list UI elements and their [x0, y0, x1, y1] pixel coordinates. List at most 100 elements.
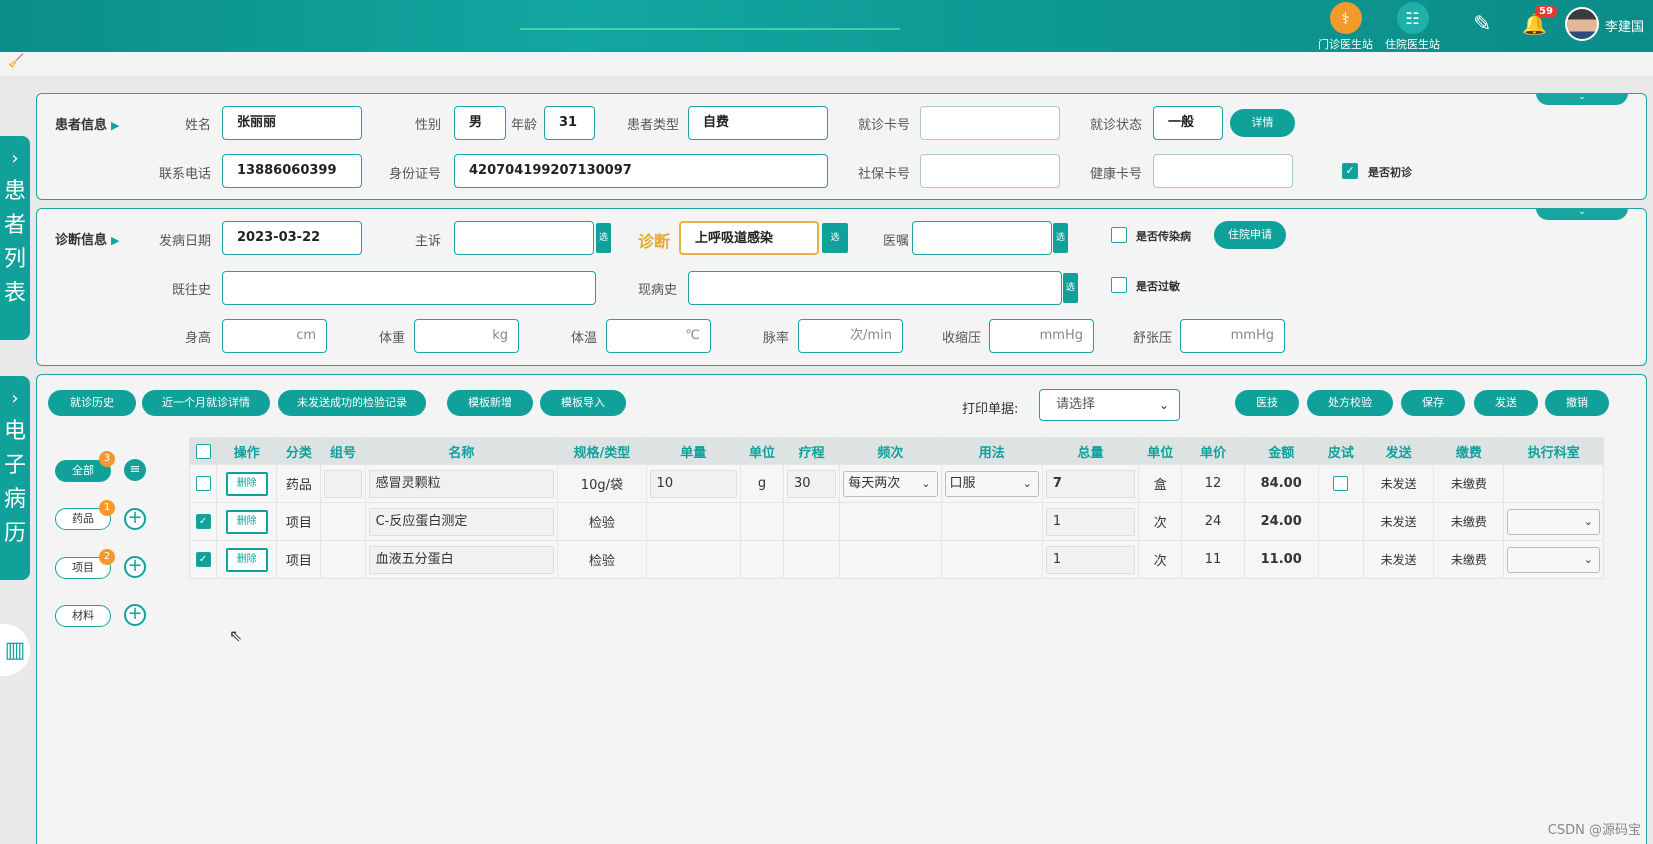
template-new-button[interactable]: 模板新增 [447, 390, 533, 416]
avatar[interactable] [1565, 7, 1599, 41]
health-card-field[interactable] [1153, 154, 1293, 188]
revoke-button[interactable]: 撤销 [1545, 390, 1609, 416]
skin-test-checkbox[interactable] [1333, 476, 1349, 491]
id-card-field[interactable]: 420704199207130097 [454, 154, 828, 188]
diagnosis-panel: ⌄ 诊断信息 ▶ 发病日期 2023-03-22 主诉 选 诊断 上呼吸道感染 选… [36, 208, 1647, 366]
play-icon: ▶ [111, 234, 120, 247]
emr-tab[interactable]: › 电 子 病 历 [0, 376, 30, 580]
inpatient-station[interactable]: ☷ 住院医生站 [1385, 2, 1440, 52]
infectious-checkbox[interactable] [1111, 227, 1127, 243]
add-drug-icon[interactable]: + [124, 508, 146, 530]
admission-request-button[interactable]: 住院申请 [1214, 221, 1286, 249]
send-button[interactable]: 发送 [1474, 390, 1538, 416]
add-item-icon[interactable]: + [124, 556, 146, 578]
clean-icon[interactable]: 🧹 [8, 54, 24, 69]
advice-field[interactable] [912, 221, 1052, 255]
sub-bar: 🧹 [0, 52, 1653, 76]
pulse-field[interactable]: 次/min [798, 319, 903, 353]
complaint-select-button[interactable]: 选 [596, 223, 611, 253]
detail-button[interactable]: 详情 [1230, 109, 1295, 137]
visit-card-field[interactable] [920, 106, 1060, 140]
inpatient-icon: ☷ [1396, 2, 1429, 34]
allergy-checkbox[interactable] [1111, 277, 1127, 293]
phone-field[interactable]: 13886060399 [222, 154, 362, 188]
diagnosis-section-title: 诊断信息 ▶ [55, 233, 120, 248]
mouse-cursor-icon: ⇖ [229, 626, 243, 645]
chevron-down-icon: ⌄ [1583, 552, 1593, 566]
name-field[interactable]: 血液五分蛋白 [368, 545, 555, 574]
chart-icon[interactable]: ▥ [0, 624, 30, 676]
chevron-down-icon: ⌄ [1158, 398, 1169, 412]
group-field[interactable] [324, 469, 362, 498]
course-field[interactable]: 30 [787, 469, 837, 498]
total-field[interactable]: 1 [1045, 545, 1136, 574]
weight-field[interactable]: kg [414, 319, 519, 353]
past-history-field[interactable] [222, 271, 596, 305]
template-import-button[interactable]: 模板导入 [540, 390, 626, 416]
visit-history-button[interactable]: 就诊历史 [48, 390, 136, 416]
category-item-count: 2 [99, 549, 115, 565]
delete-button[interactable]: 删除 [225, 547, 268, 572]
collapse-toggle[interactable]: ⌄ [1536, 208, 1628, 220]
chevron-right-icon: › [11, 148, 19, 169]
temperature-field[interactable]: ℃ [606, 319, 711, 353]
systolic-field[interactable]: mmHg [989, 319, 1094, 353]
diastolic-field[interactable]: mmHg [1180, 319, 1285, 353]
table-header-row: 操作 分类 组号 名称 规格/类型 单量 单位 疗程 频次 用法 总量 单位 单… [188, 437, 1604, 465]
row-checkbox[interactable]: ✓ [195, 552, 211, 567]
social-card-field[interactable] [920, 154, 1060, 188]
first-visit-checkbox[interactable]: ✓ [1342, 163, 1358, 179]
present-history-field[interactable] [688, 271, 1062, 305]
delete-button[interactable]: 删除 [225, 509, 268, 534]
medtech-button[interactable]: 医技 [1235, 390, 1299, 416]
prescription-check-button[interactable]: 处方校验 [1307, 390, 1393, 416]
patient-info-panel: ⌄ 患者信息 ▶ 姓名 张丽丽 性别 男 年龄 31 患者类型 自费 就诊卡号 就… [36, 93, 1647, 200]
advice-select-button[interactable]: 选 [1053, 223, 1068, 253]
height-field[interactable]: cm [222, 319, 327, 353]
visit-status-field[interactable]: 一般 [1153, 106, 1223, 140]
outpatient-station[interactable]: ⚕ 门诊医生站 [1318, 2, 1373, 52]
add-material-icon[interactable]: + [124, 604, 146, 626]
print-label: 打印单据: [962, 402, 1019, 417]
dept-select[interactable]: ⌄ [1507, 546, 1600, 573]
notification-badge: 59 [1535, 5, 1557, 18]
patient-type-field[interactable]: 自费 [688, 106, 828, 140]
watermark: CSDN @源码宝 [1547, 823, 1641, 838]
diagnosis-field[interactable]: 上呼吸道感染 [679, 221, 819, 255]
unsent-lab-records-button[interactable]: 未发送成功的检验记录 [278, 390, 426, 416]
doctor-icon: ⚕ [1329, 2, 1362, 34]
edit-icon[interactable]: ✎ [1473, 12, 1491, 37]
complaint-field[interactable] [454, 221, 594, 255]
row-checkbox[interactable] [195, 476, 211, 491]
age-field[interactable]: 31 [544, 106, 595, 140]
dose-field[interactable]: 10 [649, 469, 737, 498]
chevron-right-icon: › [11, 388, 19, 409]
name-field[interactable]: 张丽丽 [222, 106, 362, 140]
name-field[interactable]: C-反应蛋白测定 [368, 507, 555, 536]
recent-visits-button[interactable]: 近一个月就诊详情 [142, 390, 270, 416]
chevron-down-icon: ⌄ [1022, 476, 1032, 490]
onset-date-field[interactable]: 2023-03-22 [222, 221, 362, 255]
user-name[interactable]: 李建国 [1605, 16, 1644, 35]
dept-select[interactable]: ⌄ [1507, 508, 1600, 535]
total-field[interactable]: 7 [1045, 469, 1136, 498]
frequency-select[interactable]: 每天两次 ⌄ [843, 470, 938, 497]
present-history-select-button[interactable]: 选 [1063, 273, 1078, 303]
total-field[interactable]: 1 [1045, 507, 1136, 536]
name-field[interactable]: 感冒灵颗粒 [368, 469, 555, 498]
usage-select[interactable]: 口服 ⌄ [944, 470, 1039, 497]
delete-button[interactable]: 删除 [225, 471, 268, 496]
category-all-count: 3 [99, 451, 115, 467]
menu-icon[interactable]: ≡ [124, 459, 146, 481]
row-checkbox[interactable]: ✓ [195, 514, 211, 529]
header-decoration [520, 28, 900, 30]
table-row: 删除 药品 感冒灵颗粒 10g/袋 10 g 30 每天两次 ⌄ 口服 ⌄ 7 盒 … [188, 464, 1604, 503]
collapse-toggle[interactable]: ⌄ [1536, 93, 1628, 105]
gender-field[interactable]: 男 [454, 106, 506, 140]
diagnosis-select-button[interactable]: 选 [822, 223, 848, 253]
save-button[interactable]: 保存 [1401, 390, 1465, 416]
patient-list-tab[interactable]: › 患 者 列 表 [0, 136, 30, 340]
select-all-checkbox[interactable] [195, 443, 211, 459]
category-material[interactable]: 材料 [55, 605, 111, 627]
print-select[interactable]: 请选择 ⌄ [1039, 389, 1180, 421]
